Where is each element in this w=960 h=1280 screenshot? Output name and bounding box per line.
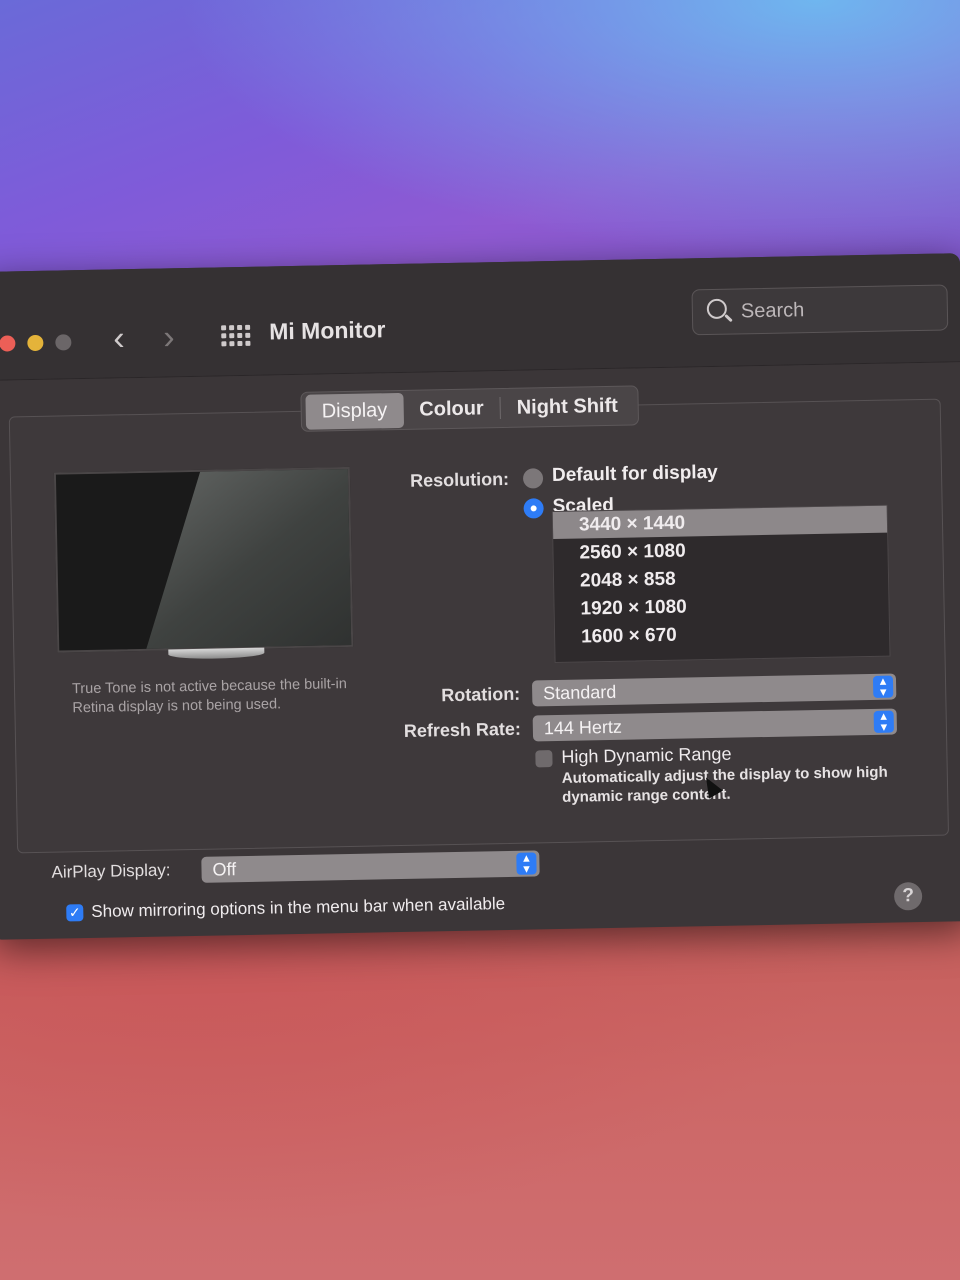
display-screen-sheen — [142, 466, 354, 653]
resolution-option-label: 2048 × 858 — [579, 568, 676, 592]
search-input[interactable] — [738, 293, 939, 326]
mirroring-label[interactable]: Show mirroring options in the menu bar w… — [91, 894, 505, 922]
tab-night-shift[interactable]: Night Shift — [500, 388, 634, 426]
desktop-wallpaper-bottom — [0, 900, 960, 1280]
popup-arrows-icon: ▲ ▼ — [873, 710, 895, 734]
window-title: Mi Monitor — [268, 316, 386, 345]
minimize-window-button[interactable] — [27, 334, 44, 352]
rotation-label: Rotation: — [441, 683, 521, 706]
help-button[interactable]: ? — [893, 882, 923, 911]
hdr-checkbox[interactable] — [535, 750, 553, 768]
true-tone-note: True Tone is not active because the buil… — [71, 676, 347, 717]
hdr-label[interactable]: High Dynamic Range — [561, 744, 731, 768]
search-field[interactable] — [691, 284, 949, 336]
tab-bar: Display Colour Night Shift — [300, 385, 640, 432]
resolution-option-label: 3440 × 1440 — [578, 512, 686, 536]
search-icon — [706, 298, 728, 320]
zoom-window-button[interactable] — [55, 334, 72, 351]
airplay-label: AirPlay Display: — [51, 860, 171, 882]
refresh-rate-value: 144 Hertz — [543, 716, 623, 739]
resolution-option-label: 1920 × 1080 — [580, 596, 687, 620]
resolution-label: Resolution: — [409, 468, 510, 491]
back-chevron-icon[interactable]: ‹ — [113, 319, 125, 357]
mirroring-checkbox[interactable]: ✓ — [66, 904, 84, 922]
hdr-description: Automatically adjust the display to show… — [561, 763, 888, 806]
scaled-resolution-list[interactable]: 3440 × 1440 2560 × 1080 2048 × 858 1920 … — [551, 504, 891, 664]
popup-arrows-icon: ▲ ▼ — [872, 675, 894, 699]
tab-display[interactable]: Display — [305, 392, 404, 430]
tab-colour[interactable]: Colour — [403, 391, 500, 428]
refresh-rate-label: Refresh Rate: — [403, 718, 522, 741]
airplay-popup[interactable]: Off ▲ ▼ — [201, 850, 540, 883]
resolution-option[interactable]: 1600 × 670 — [555, 618, 889, 651]
default-for-display-label[interactable]: Default for display — [552, 462, 718, 487]
show-all-grid-icon[interactable] — [221, 324, 251, 347]
airplay-value: Off — [212, 859, 237, 880]
forward-chevron-icon[interactable]: › — [163, 318, 175, 356]
close-window-button[interactable] — [0, 335, 16, 352]
preferences-window: ‹ › Mi Monitor Display Colour Night Shif… — [0, 253, 960, 940]
resolution-option-label: 2560 × 1080 — [579, 540, 686, 564]
popup-arrows-icon: ▲ ▼ — [516, 852, 537, 876]
display-preview-image — [53, 466, 354, 653]
rotation-value: Standard — [542, 681, 617, 704]
title-bar: ‹ › Mi Monitor — [0, 253, 960, 381]
resolution-option-label: 1600 × 670 — [580, 624, 677, 648]
